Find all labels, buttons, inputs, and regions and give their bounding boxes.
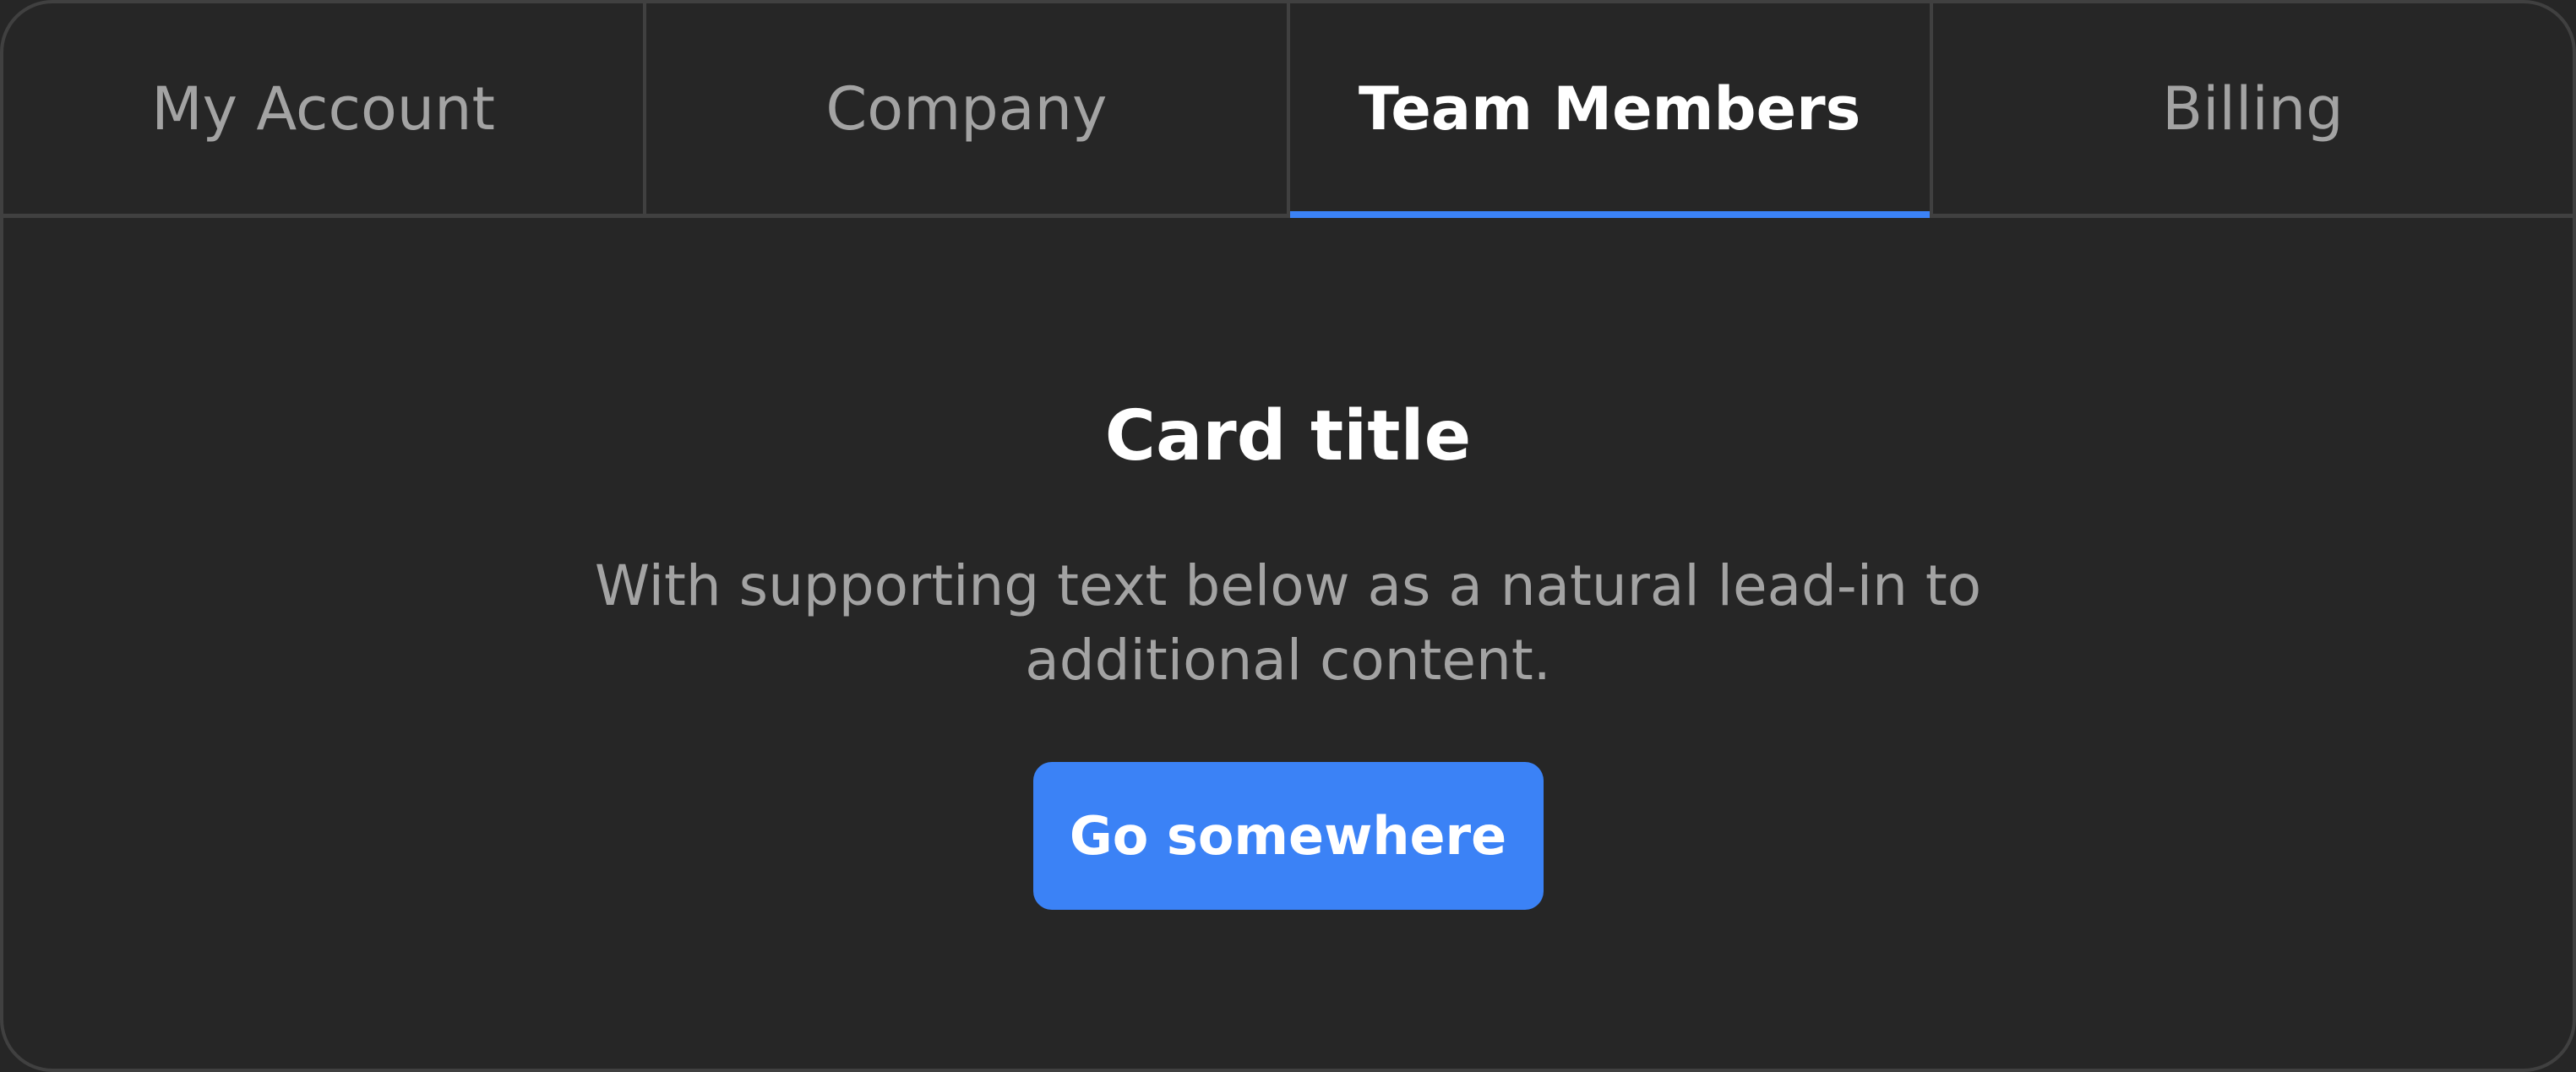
tab-bar: My Account Company Team Members Billing (3, 3, 2573, 218)
tab-label: Billing (2162, 73, 2344, 144)
card-text: With supporting text below as a natural … (594, 553, 1982, 693)
go-somewhere-button[interactable]: Go somewhere (1032, 762, 1544, 910)
card-body: Card title With supporting text below as… (3, 218, 2573, 910)
tab-team-members[interactable]: Team Members (1286, 3, 1931, 218)
tab-label: My Account (151, 73, 495, 144)
card-title: Card title (1104, 396, 1472, 476)
tabbed-card: My Account Company Team Members Billing … (0, 0, 2576, 1072)
tab-billing[interactable]: Billing (1929, 3, 2573, 214)
tab-company[interactable]: Company (643, 3, 1286, 214)
tab-label: Team Members (1358, 73, 1861, 144)
tab-my-account[interactable]: My Account (3, 3, 643, 214)
tab-label: Company (825, 73, 1108, 144)
